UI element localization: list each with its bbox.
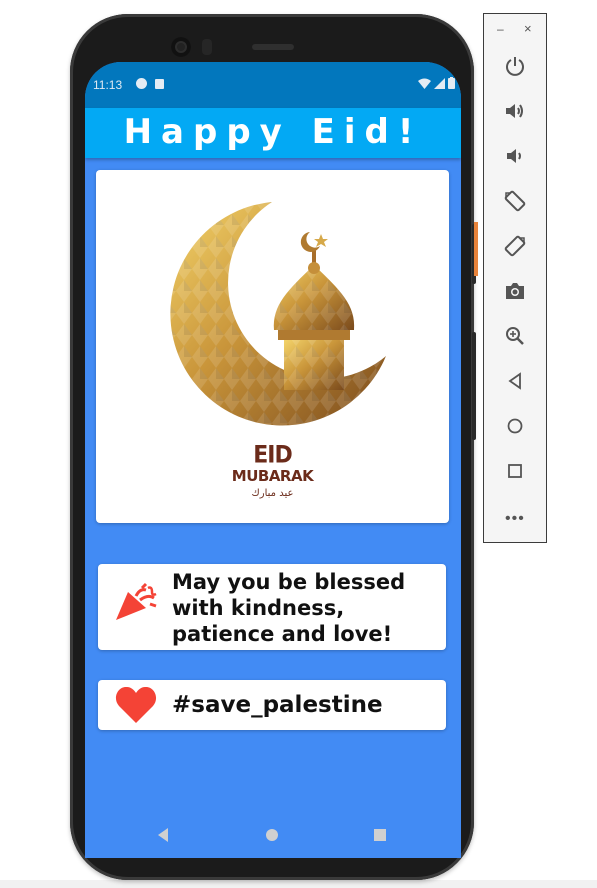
arabic-greeting-text: عيد مبارك	[251, 488, 294, 499]
home-icon[interactable]	[503, 414, 527, 438]
blessing-card: May you be blessed with kindness, patien…	[98, 564, 446, 650]
blessing-text: May you be blessed with kindness, patien…	[172, 570, 406, 646]
volume-down-icon[interactable]	[503, 144, 527, 168]
phone-screen: 11:13 Happy Eid! EID MUBARAK عيد مبارك M…	[85, 62, 461, 858]
sync-status-icon	[136, 78, 147, 89]
status-time: 11:13	[93, 78, 123, 92]
overview-icon[interactable]	[373, 828, 387, 842]
party-popper-icon	[116, 582, 157, 620]
back-icon[interactable]	[503, 369, 527, 393]
heart-icon	[115, 686, 157, 723]
rotate-left-icon[interactable]	[503, 189, 527, 213]
sim-card-icon	[155, 79, 164, 89]
mubarak-text: MUBARAK	[231, 467, 314, 485]
home-icon[interactable]	[265, 828, 279, 842]
status-bar: 11:13	[85, 62, 461, 108]
front-camera	[171, 37, 191, 57]
crescent-mosque-image	[170, 202, 386, 426]
app-bar: Happy Eid!	[85, 108, 461, 158]
overview-icon[interactable]	[503, 459, 527, 483]
minimize-button[interactable]: –	[497, 22, 504, 36]
more-options-icon[interactable]: •••	[505, 510, 525, 528]
eid-title-text: EID	[253, 441, 292, 470]
page-title: Happy Eid!	[123, 112, 423, 152]
volume-side-button[interactable]	[472, 332, 476, 440]
eid-image-card: EID MUBARAK عيد مبارك	[96, 170, 449, 523]
window-focus-marker	[474, 222, 478, 276]
back-icon[interactable]	[156, 827, 170, 843]
proximity-sensor	[202, 39, 212, 55]
battery-icon	[448, 77, 455, 89]
power-icon[interactable]	[503, 54, 527, 78]
desktop-bottom-strip	[0, 880, 597, 888]
phone-frame: 11:13 Happy Eid! EID MUBARAK عيد مبارك M…	[70, 14, 476, 880]
hashtag-text: #save_palestine	[172, 692, 383, 718]
close-button[interactable]: ×	[524, 21, 532, 36]
volume-up-icon[interactable]	[503, 99, 527, 123]
rotate-right-icon[interactable]	[503, 234, 527, 258]
emulator-toolbar: – × •••	[483, 13, 547, 543]
cell-signal-icon	[434, 77, 445, 89]
wifi-icon	[418, 78, 431, 89]
zoom-icon[interactable]	[503, 324, 527, 348]
navigation-bar	[85, 810, 461, 858]
earpiece-speaker	[252, 44, 294, 50]
camera-icon[interactable]	[503, 279, 527, 303]
hashtag-card: #save_palestine	[98, 680, 446, 730]
